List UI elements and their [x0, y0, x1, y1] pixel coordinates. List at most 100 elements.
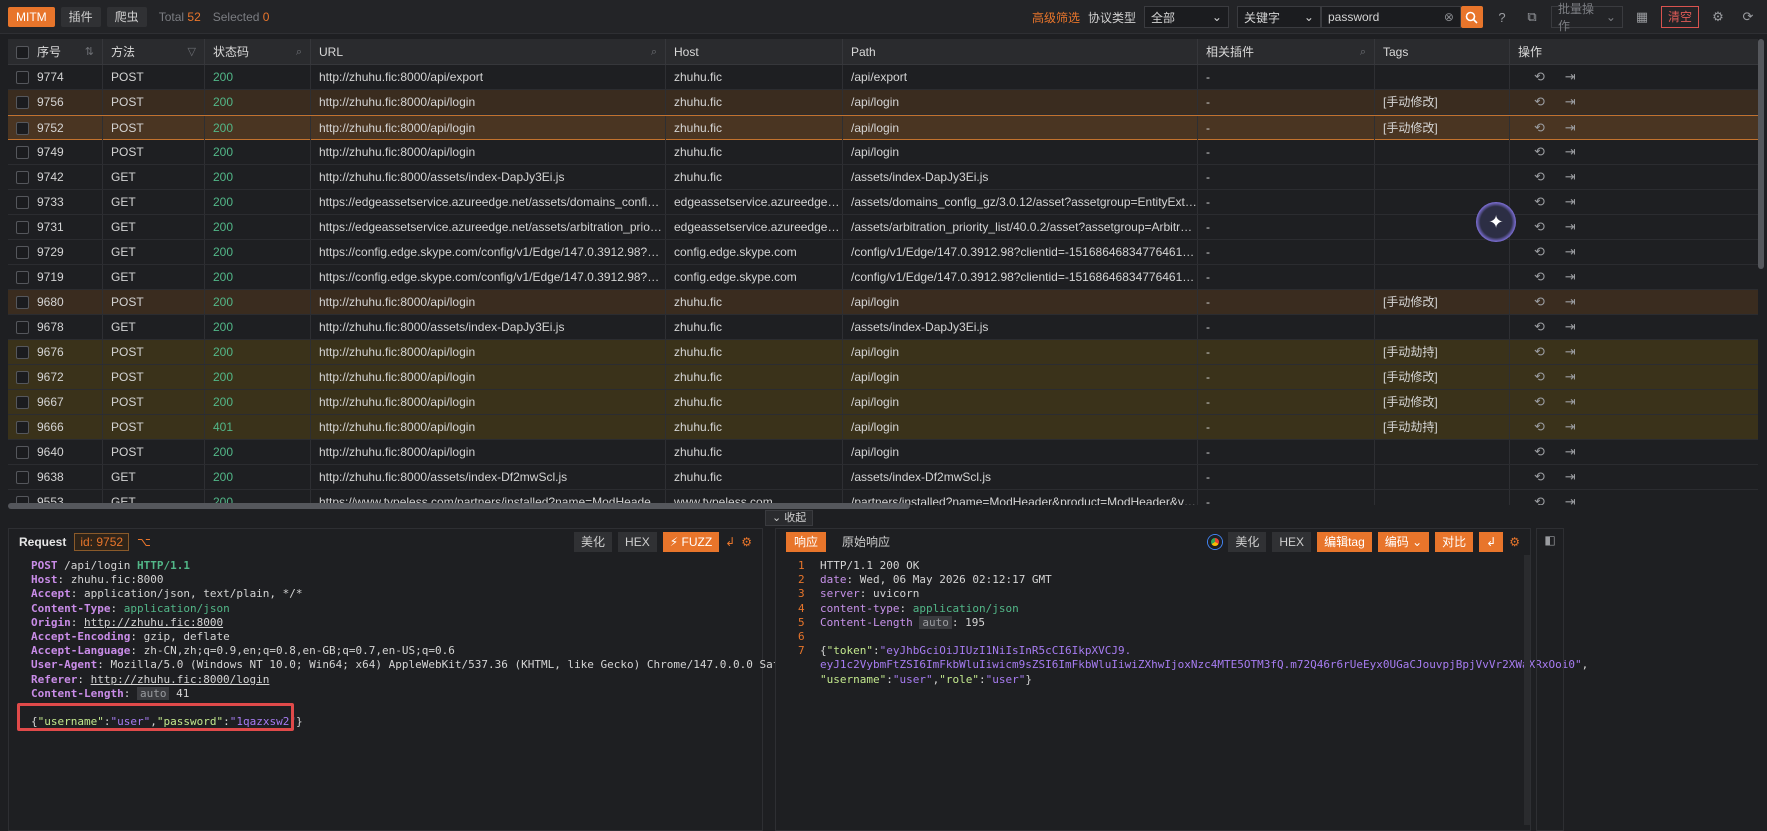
replay-icon[interactable]: ⟲: [1534, 440, 1545, 464]
beautify-button[interactable]: 美化: [574, 532, 613, 552]
table-row[interactable]: 9749 POST 200 http://zhuhu.fic:8000/api/log…: [8, 140, 1758, 165]
table-row[interactable]: 9672 POST 200 http://zhuhu.fic:8000/api/log…: [8, 365, 1758, 390]
row-checkbox[interactable]: [16, 122, 29, 136]
row-checkbox[interactable]: [16, 396, 29, 410]
replay-icon[interactable]: ⟲: [1534, 90, 1545, 114]
row-checkbox[interactable]: [16, 346, 29, 360]
table-row[interactable]: 9774 POST 200 http://zhuhu.fic:8000/api/exp…: [8, 65, 1758, 90]
table-row[interactable]: 9678 GET 200 http://zhuhu.fic:8000/assets/i…: [8, 315, 1758, 340]
tab-raw-response[interactable]: 原始响应: [834, 532, 898, 552]
go-icon[interactable]: ⇥: [1565, 240, 1576, 264]
help-icon[interactable]: ?: [1491, 6, 1513, 28]
search-icon[interactable]: ⌕: [296, 39, 302, 65]
assistant-float-icon[interactable]: ✦: [1476, 202, 1516, 242]
go-icon[interactable]: ⇥: [1565, 465, 1576, 489]
search-icon[interactable]: ⌕: [651, 39, 657, 65]
row-checkbox[interactable]: [16, 71, 29, 85]
replay-icon[interactable]: ⟲: [1534, 290, 1545, 314]
table-row[interactable]: 9638 GET 200 http://zhuhu.fic:8000/assets/i…: [8, 465, 1758, 490]
row-checkbox[interactable]: [16, 246, 29, 260]
search-button[interactable]: [1460, 6, 1483, 28]
go-icon[interactable]: ⇥: [1565, 490, 1576, 505]
table-row[interactable]: 9729 GET 200 https://config.edge.skype.com/…: [8, 240, 1758, 265]
header-plugins[interactable]: 相关插件 ⌕: [1198, 39, 1375, 65]
settings-icon[interactable]: ⚙: [1707, 6, 1729, 28]
replay-icon[interactable]: ⟲: [1534, 190, 1545, 214]
row-checkbox[interactable]: [16, 421, 29, 435]
wrap-icon[interactable]: ↲: [1479, 532, 1504, 552]
clear-input-icon[interactable]: ⊗: [1444, 10, 1454, 24]
replay-icon[interactable]: ⟲: [1534, 465, 1545, 489]
replay-icon[interactable]: ⟲: [1534, 140, 1545, 164]
tab-response[interactable]: 响应: [786, 532, 827, 552]
header-method[interactable]: 方法 ▽: [103, 39, 205, 65]
replay-icon[interactable]: ⟲: [1534, 65, 1545, 89]
chrome-icon[interactable]: [1208, 535, 1223, 549]
header-tags[interactable]: Tags: [1375, 39, 1510, 65]
go-icon[interactable]: ⇥: [1565, 440, 1576, 464]
filter-icon[interactable]: ▽: [188, 39, 196, 65]
hex-button[interactable]: HEX: [1272, 532, 1312, 552]
go-icon[interactable]: ⇥: [1565, 340, 1576, 364]
table-row[interactable]: 9676 POST 200 http://zhuhu.fic:8000/api/log…: [8, 340, 1758, 365]
table-row[interactable]: 9680 POST 200 http://zhuhu.fic:8000/api/log…: [8, 290, 1758, 315]
sort-icon[interactable]: ⇅: [85, 39, 94, 65]
go-icon[interactable]: ⇥: [1565, 415, 1576, 439]
row-checkbox[interactable]: [16, 271, 29, 285]
replay-icon[interactable]: ⟲: [1534, 365, 1545, 389]
table-row[interactable]: 9666 POST 401 http://zhuhu.fic:8000/api/log…: [8, 415, 1758, 440]
plugins-tab[interactable]: 插件: [60, 6, 101, 27]
go-icon[interactable]: ⇥: [1565, 90, 1576, 114]
replay-icon[interactable]: ⟲: [1534, 165, 1545, 189]
row-checkbox[interactable]: [16, 471, 29, 485]
clear-button[interactable]: 清空: [1660, 6, 1699, 28]
go-icon[interactable]: ⇥: [1565, 365, 1576, 389]
side-panel-toggle[interactable]: ◧: [1536, 528, 1564, 831]
horizontal-scrollbar[interactable]: [8, 503, 910, 509]
beautify-button[interactable]: 美化: [1228, 532, 1267, 552]
table-row[interactable]: 9640 POST 200 http://zhuhu.fic:8000/api/log…: [8, 440, 1758, 465]
refresh-icon[interactable]: ⟳: [1737, 6, 1759, 28]
wrap-icon[interactable]: ↲: [725, 535, 735, 549]
replay-icon[interactable]: ⟲: [1534, 315, 1545, 339]
replay-icon[interactable]: ⟲: [1534, 265, 1545, 289]
header-path[interactable]: Path: [843, 39, 1198, 65]
replay-icon[interactable]: ⟲: [1534, 215, 1545, 239]
vertical-scrollbar[interactable]: [1758, 39, 1764, 269]
header-index[interactable]: 序号 ⇅: [8, 39, 103, 65]
go-icon[interactable]: ⇥: [1565, 65, 1576, 89]
fuzz-button[interactable]: ⚡ FUZZ: [662, 532, 720, 552]
row-checkbox[interactable]: [16, 96, 29, 110]
columns-icon[interactable]: ▦: [1631, 6, 1653, 28]
crawler-tab[interactable]: 爬虫: [106, 6, 147, 27]
response-scrollbar[interactable]: [1524, 555, 1530, 825]
protocol-select[interactable]: 全部 ⌄: [1143, 6, 1229, 28]
keyword-select[interactable]: 关键字 ⌄: [1236, 6, 1321, 28]
go-icon[interactable]: ⇥: [1565, 215, 1576, 239]
header-url[interactable]: URL ⌕: [311, 39, 666, 65]
search-icon[interactable]: ⌕: [1360, 39, 1366, 65]
row-checkbox[interactable]: [16, 171, 29, 185]
table-row[interactable]: 9756 POST 200 http://zhuhu.fic:8000/api/log…: [8, 90, 1758, 115]
hex-button[interactable]: HEX: [618, 532, 657, 552]
table-row[interactable]: 9752 POST 200 http://zhuhu.fic:8000/api/log…: [8, 115, 1758, 140]
compare-button[interactable]: 对比: [1435, 532, 1474, 552]
go-icon[interactable]: ⇥: [1565, 190, 1576, 214]
row-checkbox[interactable]: [16, 296, 29, 310]
settings-icon[interactable]: ⚙: [741, 535, 752, 549]
advanced-filter-link[interactable]: 高级筛选: [1032, 9, 1080, 26]
search-input[interactable]: password ⊗: [1320, 6, 1461, 28]
row-checkbox[interactable]: [16, 446, 29, 460]
replay-icon[interactable]: ⟲: [1534, 240, 1545, 264]
mitm-tab[interactable]: MITM: [8, 6, 55, 27]
header-status[interactable]: 状态码 ⌕: [205, 39, 311, 65]
batch-operation-select[interactable]: 批量操作 ⌄: [1550, 2, 1623, 33]
row-checkbox[interactable]: [16, 146, 29, 160]
table-row[interactable]: 9742 GET 200 http://zhuhu.fic:8000/assets/i…: [8, 165, 1758, 190]
row-checkbox[interactable]: [16, 371, 29, 385]
go-icon[interactable]: ⇥: [1565, 265, 1576, 289]
go-icon[interactable]: ⇥: [1565, 165, 1576, 189]
tree-icon[interactable]: ⌥: [137, 535, 151, 549]
go-icon[interactable]: ⇥: [1565, 140, 1576, 164]
header-host[interactable]: Host: [666, 39, 843, 65]
